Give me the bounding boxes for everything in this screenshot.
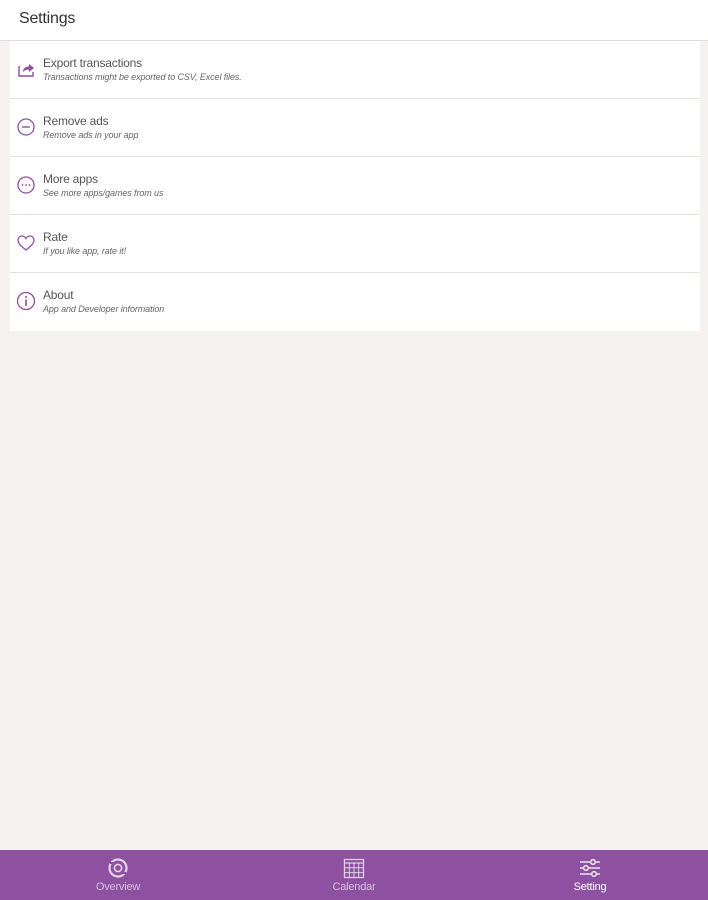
settings-item-description: If you like app, rate it! (43, 246, 127, 256)
overview-icon (107, 857, 129, 879)
settings-item-rate[interactable]: Rate If you like app, rate it! (10, 215, 700, 273)
more-circle-icon (16, 175, 36, 195)
settings-item-label: Rate (43, 230, 68, 244)
tab-calendar[interactable]: Calendar (294, 850, 414, 900)
settings-item-remove-ads[interactable]: Remove ads Remove ads in your app (10, 99, 700, 157)
bottom-tab-bar: Overview Calendar Setting (0, 850, 708, 900)
settings-item-label: About (43, 288, 74, 302)
settings-item-label: More apps (43, 172, 98, 186)
info-circle-icon (16, 291, 36, 311)
tab-label: Calendar (332, 881, 376, 893)
settings-item-label: Remove ads (43, 114, 109, 128)
heart-icon (16, 233, 36, 253)
settings-item-about[interactable]: About App and Developer information (10, 273, 700, 331)
settings-list: Export transactions Transactions might b… (10, 41, 700, 331)
settings-item-description: Remove ads in your app (43, 130, 139, 140)
settings-item-description: App and Developer information (43, 304, 165, 314)
tab-overview[interactable]: Overview (58, 850, 178, 900)
minus-circle-icon (16, 117, 36, 137)
tab-label: Setting (573, 881, 607, 893)
app-root: Settings Export transactions Transaction… (0, 0, 708, 900)
header-bar: Settings (0, 0, 708, 41)
settings-item-description: Transactions might be exported to CSV, E… (43, 72, 242, 82)
settings-item-label: Export transactions (43, 56, 142, 70)
tab-setting[interactable]: Setting (530, 850, 650, 900)
sliders-icon (579, 857, 601, 879)
calendar-icon (343, 857, 365, 879)
settings-item-description: See more apps/games from us (43, 188, 164, 198)
settings-item-export[interactable]: Export transactions Transactions might b… (10, 41, 700, 99)
settings-item-more-apps[interactable]: More apps See more apps/games from us (10, 157, 700, 215)
page-title: Settings (19, 10, 76, 27)
tab-label: Overview (95, 881, 141, 893)
share-icon (16, 59, 36, 79)
